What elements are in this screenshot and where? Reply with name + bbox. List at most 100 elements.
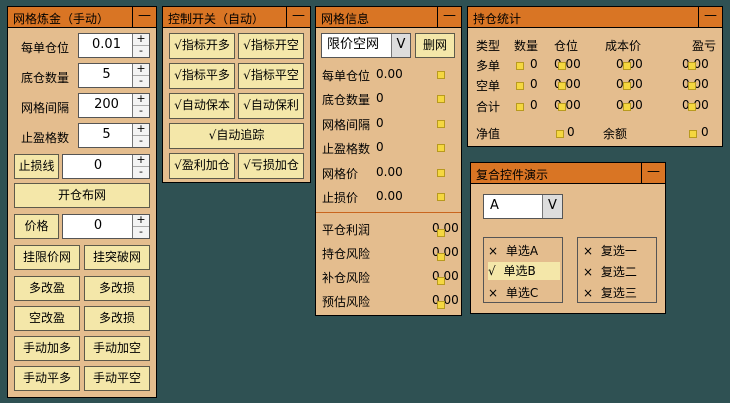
toggle-auto-lock-profit[interactable]: √自动保利: [238, 93, 304, 119]
spin-down-icon[interactable]: -: [133, 135, 149, 147]
field-label-grid-interval: 网格间隔: [21, 101, 70, 115]
info-label-grid-price: 网格价: [322, 167, 359, 181]
toggle-profit-add[interactable]: √盈利加仓: [169, 153, 235, 179]
spin-down-icon[interactable]: -: [133, 45, 149, 57]
minimize-button[interactable]: —: [132, 7, 156, 27]
coin-icon: [437, 71, 445, 79]
composite-select[interactable]: A V: [483, 194, 563, 219]
spin-down-icon[interactable]: -: [133, 226, 149, 238]
net-value: 0: [567, 125, 575, 139]
toggle-indicator-close-short[interactable]: √指标平空: [238, 63, 304, 89]
stop-loss-input[interactable]: 0 + -: [62, 154, 150, 179]
long-modify-tp-button[interactable]: 多改盈: [14, 276, 80, 301]
base-qty-value: 5: [102, 67, 111, 82]
grid-type-select[interactable]: 限价空网 V: [321, 33, 411, 58]
net-label: 净值: [476, 127, 501, 141]
spin-down-icon[interactable]: -: [133, 75, 149, 87]
toggle-indicator-close-long[interactable]: √指标平多: [169, 63, 235, 89]
short-modify-sl-button[interactable]: 多改损: [84, 306, 150, 331]
checkbox-label-2: 复选二: [600, 265, 637, 279]
tp-grids-stepper[interactable]: + -: [132, 123, 149, 147]
tp-grids-input[interactable]: 5 + -: [78, 123, 150, 148]
row-short-type: 空单: [476, 79, 501, 93]
risk-value-estimated: 0.00: [432, 293, 459, 307]
checkbox-option-2[interactable]: × 复选二: [583, 263, 655, 281]
info-label-sl-price: 止损价: [322, 191, 359, 205]
info-label-base-qty: 底仓数量: [322, 93, 371, 107]
long-modify-sl-button[interactable]: 多改损: [84, 276, 150, 301]
per-order-input[interactable]: 0.01 + -: [78, 33, 150, 58]
row-total-qty: 0: [530, 98, 538, 112]
breakout-grid-button[interactable]: 挂突破网: [84, 245, 150, 270]
grid-refine-title: 网格炼金（手动）: [13, 12, 110, 26]
header-position: 仓位: [554, 39, 579, 53]
info-label-grid-interval: 网格间隔: [322, 118, 371, 132]
toggle-indicator-open-long[interactable]: √指标开多: [169, 33, 235, 59]
minimize-button[interactable]: —: [286, 7, 310, 27]
checkbox-option-3[interactable]: × 复选三: [583, 284, 655, 302]
composite-panel: 复合控件演示 — A V × 单选A √ 单选B × 单选C × 复选一 × 复…: [470, 162, 666, 314]
spin-down-icon[interactable]: -: [133, 105, 149, 117]
header-type: 类型: [476, 39, 501, 53]
coin-icon: [437, 229, 445, 237]
manual-close-short-button[interactable]: 手动平空: [84, 366, 150, 391]
checkbox-option-1[interactable]: × 复选一: [583, 242, 655, 260]
grid-interval-stepper[interactable]: + -: [132, 93, 149, 117]
grid-refine-panel: 网格炼金（手动） — 每单仓位 0.01 + - 底仓数量 5 + - 网格间隔 2…: [7, 6, 157, 398]
per-order-value: 0.01: [92, 37, 121, 52]
radio-option-c[interactable]: × 单选C: [488, 284, 560, 302]
delete-grid-button[interactable]: 删网: [415, 33, 455, 58]
toggle-loss-add[interactable]: √亏损加仓: [238, 153, 304, 179]
coin-icon: [437, 253, 445, 261]
base-qty-stepper[interactable]: + -: [132, 63, 149, 87]
spin-down-icon[interactable]: -: [133, 166, 149, 178]
radio-label-c: 单选C: [505, 286, 539, 300]
radio-mark: ×: [488, 286, 499, 300]
coin-icon: [516, 82, 524, 90]
radio-group: × 单选A √ 单选B × 单选C: [483, 237, 563, 303]
composite-titlebar[interactable]: 复合控件演示 —: [471, 163, 665, 184]
coin-icon: [437, 144, 445, 152]
risk-label-close-profit: 平仓利润: [322, 223, 371, 237]
radio-option-a[interactable]: × 单选A: [488, 242, 560, 260]
checkbox-mark: ×: [583, 265, 594, 279]
radio-option-b[interactable]: √ 单选B: [488, 262, 560, 280]
row-short-qty: 0: [530, 77, 538, 91]
limit-grid-button[interactable]: 挂限价网: [14, 245, 80, 270]
per-order-stepper[interactable]: + -: [132, 33, 149, 57]
toggle-auto-trail[interactable]: √自动追踪: [169, 123, 304, 149]
field-label-tp-grids: 止盈格数: [21, 131, 70, 145]
manual-add-short-button[interactable]: 手动加空: [84, 336, 150, 361]
coin-icon: [688, 62, 696, 70]
coin-icon: [516, 62, 524, 70]
info-value-tp-grids: 0: [376, 140, 384, 154]
coin-icon: [437, 169, 445, 177]
checkbox-label-1: 复选一: [600, 244, 637, 258]
coin-icon: [437, 193, 445, 201]
manual-close-long-button[interactable]: 手动平多: [14, 366, 80, 391]
grid-info-titlebar[interactable]: 网格信息 —: [316, 7, 461, 28]
composite-title: 复合控件演示: [476, 168, 549, 182]
holdings-titlebar[interactable]: 持仓统计 —: [468, 7, 722, 28]
tp-grids-value: 5: [102, 127, 111, 142]
coin-icon: [558, 82, 566, 90]
short-modify-tp-button[interactable]: 空改盈: [14, 306, 80, 331]
manual-add-long-button[interactable]: 手动加多: [14, 336, 80, 361]
toggle-auto-breakeven[interactable]: √自动保本: [169, 93, 235, 119]
minimize-button[interactable]: —: [698, 7, 722, 27]
grid-refine-titlebar[interactable]: 网格炼金（手动） —: [8, 7, 156, 28]
open-grid-button[interactable]: 开仓布网: [14, 183, 150, 208]
holdings-title: 持仓统计: [473, 12, 522, 26]
dropdown-arrow-icon[interactable]: V: [542, 195, 562, 218]
price-stepper[interactable]: + -: [132, 214, 149, 238]
base-qty-input[interactable]: 5 + -: [78, 63, 150, 88]
grid-interval-input[interactable]: 200 + -: [78, 93, 150, 118]
dropdown-arrow-icon[interactable]: V: [391, 34, 410, 57]
minimize-button[interactable]: —: [641, 163, 665, 183]
control-titlebar[interactable]: 控制开关（自动） —: [163, 7, 310, 28]
stop-loss-label: 止损线: [14, 154, 59, 179]
price-input[interactable]: 0 + -: [62, 214, 150, 239]
toggle-indicator-open-short[interactable]: √指标开空: [238, 33, 304, 59]
minimize-button[interactable]: —: [437, 7, 461, 27]
stop-loss-stepper[interactable]: + -: [132, 154, 149, 178]
